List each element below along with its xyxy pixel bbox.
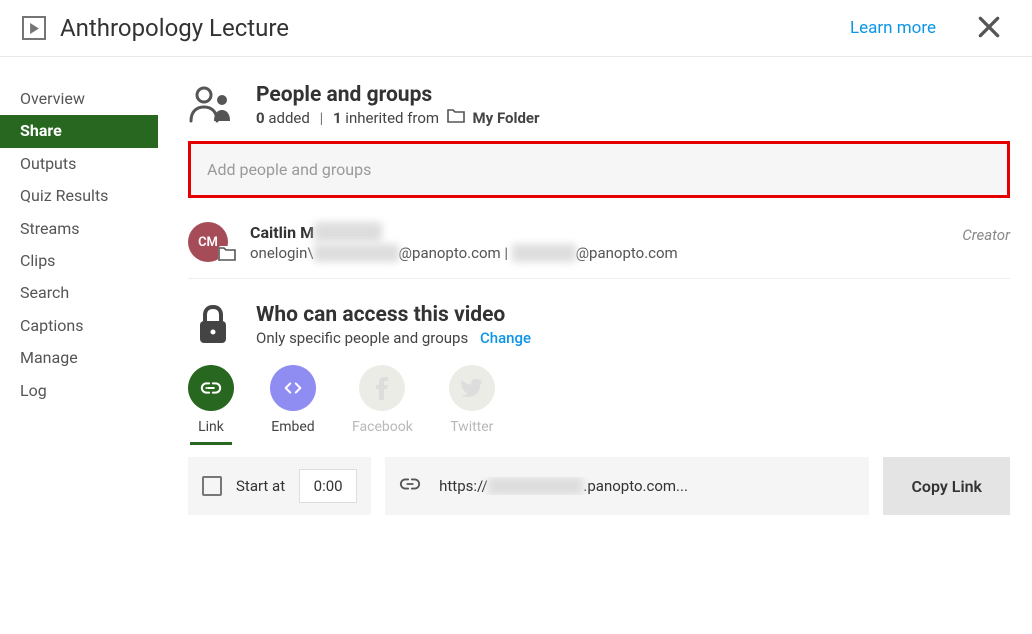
sidebar-item-outputs[interactable]: Outputs [0, 148, 158, 180]
share-tab-embed[interactable]: Embed [270, 365, 316, 435]
sidebar-item-captions[interactable]: Captions [0, 310, 158, 342]
change-access-link[interactable]: Change [480, 329, 531, 347]
user-name: Caitlin M [250, 223, 314, 242]
folder-icon [447, 109, 465, 127]
avatar: CM [188, 222, 228, 262]
sidebar-item-clips[interactable]: Clips [0, 245, 158, 277]
people-section-title: People and groups [256, 83, 540, 107]
twitter-icon [449, 365, 495, 411]
learn-more-link[interactable]: Learn more [850, 18, 936, 38]
inherited-folder-name[interactable]: My Folder [473, 109, 540, 127]
main-content: People and groups 0 added | 1 inherited … [158, 57, 1032, 555]
share-tab-facebook[interactable]: Facebook [352, 365, 413, 435]
facebook-icon [359, 365, 405, 411]
user-name-redacted: ██████ [314, 222, 382, 242]
people-section-header: People and groups 0 added | 1 inherited … [188, 83, 1010, 127]
close-button[interactable] [976, 14, 1004, 42]
inherited-folder-badge-icon [218, 246, 236, 266]
share-url-text[interactable]: https://█████████.panopto.com... [439, 477, 688, 495]
embed-icon [270, 365, 316, 411]
sidebar-item-share[interactable]: Share [0, 115, 158, 147]
sidebar: Overview Share Outputs Quiz Results Stre… [0, 57, 158, 555]
sidebar-item-log[interactable]: Log [0, 375, 158, 407]
user-row: CM Caitlin M██████ onelogin\████████@pan… [188, 218, 1010, 279]
video-play-icon [22, 16, 46, 40]
add-people-highlight: Add people and groups [188, 141, 1010, 198]
share-tab-label: Twitter [450, 419, 493, 435]
share-tab-label: Embed [271, 419, 314, 435]
copy-link-button[interactable]: Copy Link [883, 457, 1010, 515]
link-icon [188, 365, 234, 411]
start-at-box: Start at 0:00 [188, 457, 371, 515]
sidebar-item-overview[interactable]: Overview [0, 83, 158, 115]
link-row: Start at 0:00 https://█████████.panopto.… [188, 457, 1010, 515]
dialog-header: Anthropology Lecture Learn more [0, 0, 1032, 57]
inherited-count: 1 [333, 109, 342, 127]
share-url-box: https://█████████.panopto.com... [385, 457, 869, 515]
user-info: Caitlin M██████ onelogin\████████@panopt… [250, 222, 678, 262]
avatar-initials: CM [198, 235, 218, 250]
access-section-subtitle: Only specific people and groups Change [256, 329, 531, 347]
access-section-title: Who can access this video [256, 303, 531, 327]
inherited-label: inherited from [342, 109, 440, 127]
start-at-time-input[interactable]: 0:00 [299, 469, 357, 503]
access-section-header: Who can access this video Only specific … [188, 303, 1010, 347]
added-label: added [265, 109, 310, 127]
added-count: 0 [256, 109, 265, 127]
share-tab-label: Facebook [352, 419, 413, 435]
sidebar-item-streams[interactable]: Streams [0, 213, 158, 245]
link-chain-icon [399, 473, 421, 499]
share-tabs: Link Embed Facebook [188, 365, 1010, 435]
user-role: Creator [962, 222, 1010, 244]
page-title: Anthropology Lecture [60, 14, 289, 42]
sidebar-item-manage[interactable]: Manage [0, 342, 158, 374]
share-tab-twitter[interactable]: Twitter [449, 365, 495, 435]
separator: | [320, 109, 324, 127]
add-people-input[interactable]: Add people and groups [191, 144, 1007, 195]
sidebar-item-quiz-results[interactable]: Quiz Results [0, 180, 158, 212]
lock-icon [188, 303, 238, 345]
people-icon [188, 83, 238, 123]
start-at-checkbox[interactable] [202, 476, 222, 496]
user-details: onelogin\████████@panopto.com | ██████@p… [250, 244, 678, 262]
sidebar-item-search[interactable]: Search [0, 277, 158, 309]
people-section-subtitle: 0 added | 1 inherited from My Folder [256, 109, 540, 127]
share-tab-link[interactable]: Link [188, 365, 234, 435]
start-at-label: Start at [236, 477, 285, 495]
share-tab-label: Link [198, 419, 224, 435]
